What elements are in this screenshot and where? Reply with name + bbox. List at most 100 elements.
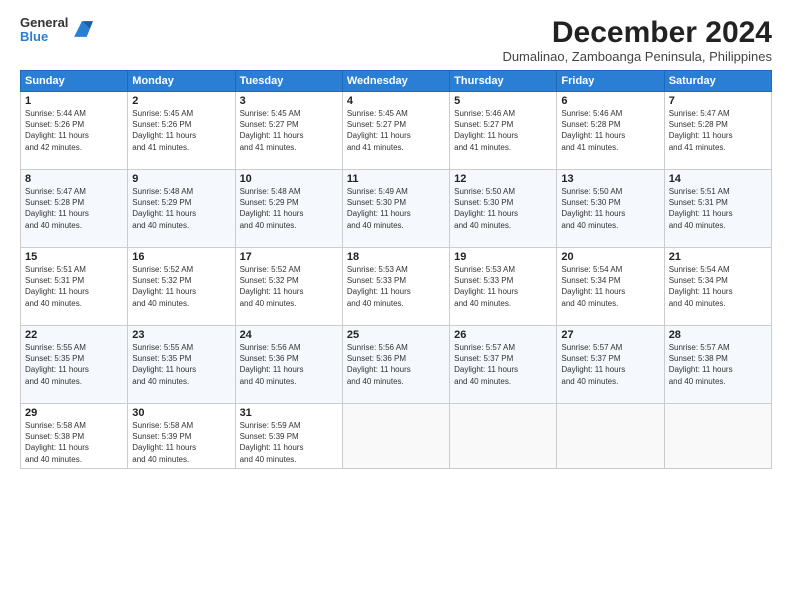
day-info: Sunrise: 5:51 AMSunset: 5:31 PMDaylight:…: [25, 264, 123, 309]
day-info: Sunrise: 5:49 AMSunset: 5:30 PMDaylight:…: [347, 186, 445, 231]
day-number: 17: [240, 251, 338, 263]
day-info: Sunrise: 5:47 AMSunset: 5:28 PMDaylight:…: [25, 186, 123, 231]
calendar-cell: 17Sunrise: 5:52 AMSunset: 5:32 PMDayligh…: [235, 248, 342, 326]
day-info: Sunrise: 5:48 AMSunset: 5:29 PMDaylight:…: [132, 186, 230, 231]
calendar-cell: 9Sunrise: 5:48 AMSunset: 5:29 PMDaylight…: [128, 170, 235, 248]
calendar-week-2: 8Sunrise: 5:47 AMSunset: 5:28 PMDaylight…: [21, 170, 772, 248]
calendar-cell: 10Sunrise: 5:48 AMSunset: 5:29 PMDayligh…: [235, 170, 342, 248]
calendar-cell: 12Sunrise: 5:50 AMSunset: 5:30 PMDayligh…: [450, 170, 557, 248]
day-info: Sunrise: 5:53 AMSunset: 5:33 PMDaylight:…: [454, 264, 552, 309]
day-number: 15: [25, 251, 123, 263]
calendar-cell: 23Sunrise: 5:55 AMSunset: 5:35 PMDayligh…: [128, 326, 235, 404]
calendar-cell: 14Sunrise: 5:51 AMSunset: 5:31 PMDayligh…: [664, 170, 771, 248]
calendar-cell: 31Sunrise: 5:59 AMSunset: 5:39 PMDayligh…: [235, 404, 342, 469]
day-number: 26: [454, 329, 552, 341]
day-info: Sunrise: 5:47 AMSunset: 5:28 PMDaylight:…: [669, 108, 767, 153]
calendar-week-1: 1Sunrise: 5:44 AMSunset: 5:26 PMDaylight…: [21, 92, 772, 170]
day-number: 31: [240, 407, 338, 419]
day-info: Sunrise: 5:57 AMSunset: 5:37 PMDaylight:…: [454, 342, 552, 387]
day-info: Sunrise: 5:52 AMSunset: 5:32 PMDaylight:…: [132, 264, 230, 309]
logo: General Blue: [20, 16, 93, 45]
day-info: Sunrise: 5:52 AMSunset: 5:32 PMDaylight:…: [240, 264, 338, 309]
calendar-header-row: SundayMondayTuesdayWednesdayThursdayFrid…: [21, 71, 772, 92]
calendar-week-5: 29Sunrise: 5:58 AMSunset: 5:38 PMDayligh…: [21, 404, 772, 469]
calendar-cell: 25Sunrise: 5:56 AMSunset: 5:36 PMDayligh…: [342, 326, 449, 404]
day-number: 18: [347, 251, 445, 263]
day-info: Sunrise: 5:57 AMSunset: 5:37 PMDaylight:…: [561, 342, 659, 387]
title-block: December 2024 Dumalinao, Zamboanga Penin…: [502, 16, 772, 64]
day-number: 27: [561, 329, 659, 341]
day-number: 3: [240, 95, 338, 107]
column-header-tuesday: Tuesday: [235, 71, 342, 92]
logo-text: General Blue: [20, 16, 68, 45]
calendar-cell: 27Sunrise: 5:57 AMSunset: 5:37 PMDayligh…: [557, 326, 664, 404]
calendar-cell: 4Sunrise: 5:45 AMSunset: 5:27 PMDaylight…: [342, 92, 449, 170]
calendar-cell: 11Sunrise: 5:49 AMSunset: 5:30 PMDayligh…: [342, 170, 449, 248]
calendar-week-4: 22Sunrise: 5:55 AMSunset: 5:35 PMDayligh…: [21, 326, 772, 404]
calendar-week-3: 15Sunrise: 5:51 AMSunset: 5:31 PMDayligh…: [21, 248, 772, 326]
logo-line2: Blue: [20, 30, 68, 44]
day-number: 22: [25, 329, 123, 341]
day-info: Sunrise: 5:57 AMSunset: 5:38 PMDaylight:…: [669, 342, 767, 387]
day-number: 7: [669, 95, 767, 107]
page-title: December 2024: [502, 16, 772, 49]
day-number: 11: [347, 173, 445, 185]
calendar-cell: 1Sunrise: 5:44 AMSunset: 5:26 PMDaylight…: [21, 92, 128, 170]
calendar: SundayMondayTuesdayWednesdayThursdayFrid…: [20, 70, 772, 469]
calendar-cell: 3Sunrise: 5:45 AMSunset: 5:27 PMDaylight…: [235, 92, 342, 170]
calendar-cell: 16Sunrise: 5:52 AMSunset: 5:32 PMDayligh…: [128, 248, 235, 326]
calendar-cell: 18Sunrise: 5:53 AMSunset: 5:33 PMDayligh…: [342, 248, 449, 326]
calendar-cell: 13Sunrise: 5:50 AMSunset: 5:30 PMDayligh…: [557, 170, 664, 248]
calendar-cell: 22Sunrise: 5:55 AMSunset: 5:35 PMDayligh…: [21, 326, 128, 404]
calendar-cell: 20Sunrise: 5:54 AMSunset: 5:34 PMDayligh…: [557, 248, 664, 326]
day-info: Sunrise: 5:58 AMSunset: 5:38 PMDaylight:…: [25, 420, 123, 465]
day-info: Sunrise: 5:50 AMSunset: 5:30 PMDaylight:…: [454, 186, 552, 231]
day-info: Sunrise: 5:56 AMSunset: 5:36 PMDaylight:…: [240, 342, 338, 387]
calendar-cell: 21Sunrise: 5:54 AMSunset: 5:34 PMDayligh…: [664, 248, 771, 326]
day-number: 8: [25, 173, 123, 185]
day-info: Sunrise: 5:54 AMSunset: 5:34 PMDaylight:…: [561, 264, 659, 309]
day-info: Sunrise: 5:56 AMSunset: 5:36 PMDaylight:…: [347, 342, 445, 387]
logo-line1: General: [20, 16, 68, 30]
calendar-cell: 19Sunrise: 5:53 AMSunset: 5:33 PMDayligh…: [450, 248, 557, 326]
day-info: Sunrise: 5:55 AMSunset: 5:35 PMDaylight:…: [25, 342, 123, 387]
day-number: 1: [25, 95, 123, 107]
calendar-cell: 26Sunrise: 5:57 AMSunset: 5:37 PMDayligh…: [450, 326, 557, 404]
day-info: Sunrise: 5:45 AMSunset: 5:26 PMDaylight:…: [132, 108, 230, 153]
day-number: 6: [561, 95, 659, 107]
calendar-cell: 15Sunrise: 5:51 AMSunset: 5:31 PMDayligh…: [21, 248, 128, 326]
day-info: Sunrise: 5:55 AMSunset: 5:35 PMDaylight:…: [132, 342, 230, 387]
column-header-monday: Monday: [128, 71, 235, 92]
day-info: Sunrise: 5:44 AMSunset: 5:26 PMDaylight:…: [25, 108, 123, 153]
calendar-cell: 7Sunrise: 5:47 AMSunset: 5:28 PMDaylight…: [664, 92, 771, 170]
day-number: 9: [132, 173, 230, 185]
day-number: 12: [454, 173, 552, 185]
calendar-cell: 29Sunrise: 5:58 AMSunset: 5:38 PMDayligh…: [21, 404, 128, 469]
day-info: Sunrise: 5:58 AMSunset: 5:39 PMDaylight:…: [132, 420, 230, 465]
day-info: Sunrise: 5:54 AMSunset: 5:34 PMDaylight:…: [669, 264, 767, 309]
header: General Blue December 2024 Dumalinao, Za…: [20, 16, 772, 64]
day-info: Sunrise: 5:53 AMSunset: 5:33 PMDaylight:…: [347, 264, 445, 309]
day-number: 2: [132, 95, 230, 107]
calendar-cell: 8Sunrise: 5:47 AMSunset: 5:28 PMDaylight…: [21, 170, 128, 248]
page: General Blue December 2024 Dumalinao, Za…: [0, 0, 792, 612]
calendar-cell: 6Sunrise: 5:46 AMSunset: 5:28 PMDaylight…: [557, 92, 664, 170]
column-header-thursday: Thursday: [450, 71, 557, 92]
day-number: 28: [669, 329, 767, 341]
day-number: 20: [561, 251, 659, 263]
calendar-cell: 28Sunrise: 5:57 AMSunset: 5:38 PMDayligh…: [664, 326, 771, 404]
day-number: 21: [669, 251, 767, 263]
day-number: 23: [132, 329, 230, 341]
day-info: Sunrise: 5:45 AMSunset: 5:27 PMDaylight:…: [347, 108, 445, 153]
logo-icon: [71, 18, 93, 40]
day-number: 30: [132, 407, 230, 419]
column-header-friday: Friday: [557, 71, 664, 92]
day-number: 16: [132, 251, 230, 263]
column-header-sunday: Sunday: [21, 71, 128, 92]
day-number: 24: [240, 329, 338, 341]
day-number: 14: [669, 173, 767, 185]
calendar-cell: [557, 404, 664, 469]
day-info: Sunrise: 5:48 AMSunset: 5:29 PMDaylight:…: [240, 186, 338, 231]
day-number: 29: [25, 407, 123, 419]
calendar-cell: 30Sunrise: 5:58 AMSunset: 5:39 PMDayligh…: [128, 404, 235, 469]
